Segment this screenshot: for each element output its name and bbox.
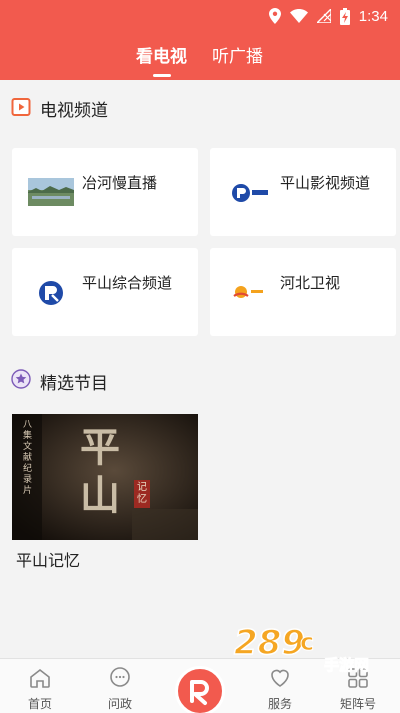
svg-text:c: c	[300, 628, 314, 656]
watermark-text: 289	[234, 623, 305, 663]
section-title-featured: 精选节目	[40, 374, 108, 394]
chat-icon	[110, 667, 130, 687]
section-title-tv-channels: 电视频道	[40, 101, 108, 121]
tab-listen-radio[interactable]: 听广播	[212, 42, 263, 67]
wifi-icon	[289, 9, 308, 23]
star-badge-icon	[11, 369, 31, 389]
status-time: 1:34	[358, 7, 388, 25]
home-icon	[30, 668, 50, 688]
channel-logo	[232, 184, 268, 202]
nav-label: 问政	[107, 697, 132, 711]
channel-label: 河北卫视	[280, 274, 341, 292]
program-title[interactable]: 平山记忆	[16, 547, 80, 571]
poster-seal: 记忆	[134, 480, 150, 508]
program-poster[interactable]: 八集文献纪录片 平山 记忆	[12, 414, 198, 540]
r-logo-icon	[190, 680, 209, 705]
nav-home[interactable]: 首页	[10, 659, 70, 713]
nav-label: 服务	[267, 697, 292, 711]
center-logo-button[interactable]	[175, 666, 225, 713]
nav-label: 矩阵号	[339, 697, 376, 711]
nav-services[interactable]: 服务	[250, 659, 310, 713]
battery-charging-icon	[339, 7, 350, 25]
channel-card-pingshan-general[interactable]: 平山综合频道	[12, 248, 198, 336]
channel-label: 冶河慢直播	[82, 174, 158, 192]
nav-label: 首页	[27, 697, 52, 711]
status-icons: 1:34	[268, 6, 388, 26]
video-play-icon	[11, 98, 31, 116]
channel-thumbnail	[28, 178, 74, 206]
channel-card-pingshan-film[interactable]: 平山影视频道	[210, 148, 396, 236]
channel-label: 平山综合频道	[82, 274, 173, 292]
grid-icon	[348, 668, 368, 688]
tab-watch-tv[interactable]: 看电视	[136, 42, 187, 67]
channel-label: 平山影视频道	[280, 174, 371, 192]
channel-card-yehe[interactable]: 冶河慢直播	[12, 148, 198, 236]
location-icon	[268, 8, 281, 24]
active-tab-indicator	[153, 74, 171, 77]
channel-logo	[233, 286, 263, 298]
top-tab-bar: 看电视 听广播	[0, 32, 400, 80]
heart-icon	[271, 669, 289, 687]
channel-card-hebei[interactable]: 河北卫视	[210, 248, 396, 336]
status-bar: 1:34	[0, 0, 400, 32]
no-signal-icon	[316, 9, 331, 23]
poster-calligraphy: 平山	[80, 424, 120, 519]
nav-matrix[interactable]: 矩阵号	[328, 659, 388, 713]
channel-logo	[39, 281, 63, 305]
poster-vertical-text: 八集文献纪录片	[23, 420, 33, 496]
nav-inquiry[interactable]: 问政	[90, 659, 150, 713]
